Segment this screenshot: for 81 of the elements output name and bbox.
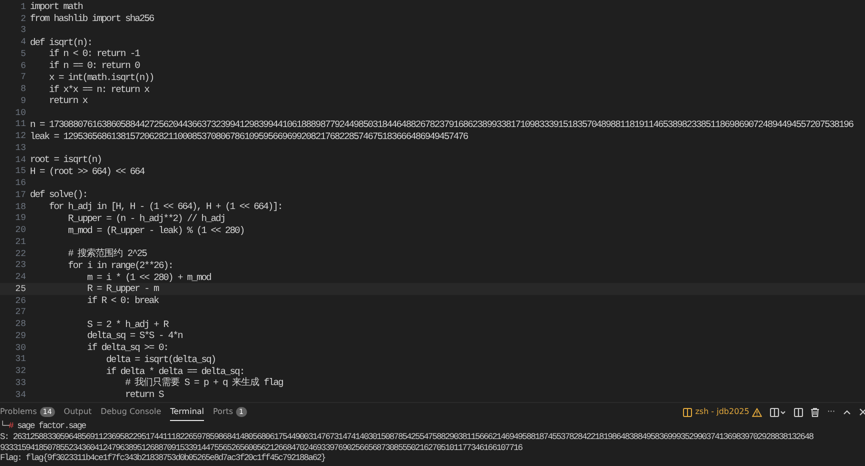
line-number: 21 — [14, 236, 26, 247]
line-number: 22 — [14, 248, 26, 259]
line-number: 7 — [20, 72, 26, 82]
code-line: for i in range(2**26): — [67, 260, 173, 271]
line-number: 29 — [14, 330, 26, 341]
line-number: 12 — [14, 131, 26, 142]
line-number: 5 — [20, 48, 26, 59]
code-line: leak = 1295365686138157206282110008537080678610959566969920821768228574675183666486949457476 — [30, 130, 468, 142]
code-line: if delta * delta == delta_sq: — [105, 366, 244, 377]
panel-tab[interactable]: Terminal — [170, 404, 204, 420]
line-number: 26 — [14, 296, 26, 306]
code-line: x = int(math.isqrt(n)) — [48, 72, 154, 83]
code-line: return x — [48, 95, 88, 106]
panel-tab[interactable]: Debug Console — [100, 404, 162, 420]
line-number: 19 — [14, 213, 26, 224]
code-line: if R < 0: break — [86, 295, 158, 306]
code-line: n = 1730880761638605884427256204436637323994129839944106188898779244985031844648826782379168623899338171098333915183570489881181911465389823385118698690724894494557207538196 — [30, 118, 853, 130]
line-number: 18 — [14, 202, 26, 212]
line-number: 8 — [20, 84, 26, 94]
chevron-up-icon[interactable] — [843, 409, 851, 415]
code-line: R = R_upper - m — [86, 283, 158, 294]
panel-tab[interactable]: Output — [64, 404, 92, 420]
line-number: 23 — [14, 260, 26, 270]
line-number: 13 — [14, 142, 26, 153]
split-icon[interactable] — [794, 408, 804, 416]
terminal-name: zsh - jdb2025 — [695, 406, 750, 418]
terminal-output: Flag: flag{9f3023311b4ce1f7fc343b21838753d0b05265e8d7ac3f20c1ff45c792188a62} — [0, 453, 326, 464]
line-number: 32 — [14, 366, 26, 376]
code-line: from hashlib import sha256 — [30, 13, 154, 24]
line-number: 14 — [14, 154, 26, 165]
code-line: root = isqrt(n) — [30, 154, 102, 166]
terminal-selector[interactable]: zsh - jdb2025 — [683, 406, 762, 418]
line-number: 17 — [14, 190, 26, 200]
code-line: # 搜索范围约 2^25 — [67, 247, 146, 260]
code-line: if n < 0: return -1 — [48, 48, 140, 60]
line-number: 27 — [14, 307, 26, 318]
line-number: 4 — [20, 37, 26, 48]
line-number: 33 — [14, 378, 26, 388]
code-line: return S — [124, 389, 164, 400]
line-number: 25 — [14, 284, 26, 294]
line-number: 6 — [20, 60, 26, 71]
code-line: if x*x == n: return x — [48, 84, 149, 95]
trash-icon[interactable] — [811, 408, 820, 416]
code-line: delta_sq = S*S - 4*n — [86, 330, 182, 342]
code-line: if delta_sq >= 0: — [86, 342, 168, 354]
terminal-command: sage factor.sage — [16, 421, 86, 431]
code-line: m = i * (1 << 280) + m_mod — [86, 272, 211, 283]
code-line: R_upper = (n - h_adj**2) // h_adj — [67, 212, 226, 224]
line-number: 20 — [14, 225, 26, 236]
line-number: 9 — [20, 96, 26, 106]
code-line: # 我们只需要 S = p + q 来生成 flag — [124, 376, 283, 390]
code-line: delta = isqrt(delta_sq) — [105, 354, 216, 365]
code-line: for h_adj in [H, H - (1 << 664), H + (1 << 664)]: — [48, 201, 282, 212]
line-number: 1 — [20, 2, 26, 12]
code-line: m_mod = (R_upper - leak) % (1 << 280) — [67, 224, 244, 236]
line-number: 28 — [14, 319, 26, 330]
line-number: 3 — [20, 25, 26, 36]
code-line: S = 2 * h_adj + R — [86, 318, 168, 330]
prompt-symbol: # — [8, 421, 13, 431]
terminal-output: S: 2631258833059648569112369582295174411182265978598684148056806175449003147673147414030150878542554758829038115666214694958818745537828422181986483884958369993529903741369839702928838132648 — [0, 432, 814, 442]
line-number: 16 — [14, 178, 26, 188]
line-number: 24 — [14, 272, 26, 282]
line-number: 31 — [14, 354, 26, 364]
layout-dropdown-icon[interactable] — [770, 408, 786, 416]
code-line: H = (root >> 664) << 664 — [30, 166, 144, 177]
code-line: if n == 0: return 0 — [48, 60, 140, 72]
warning-icon — [752, 408, 762, 416]
terminal-icon — [683, 408, 692, 416]
line-number: 2 — [20, 14, 26, 24]
line-number: 15 — [14, 166, 26, 176]
code-line: def solve(): — [30, 189, 88, 200]
prompt-line: └─ — [0, 421, 9, 431]
line-number: 34 — [14, 390, 26, 400]
code-line: import math — [30, 1, 82, 12]
close-icon[interactable] — [859, 408, 865, 416]
terminal-output: 93331594185078552343604124796389512688709153391447556526560056212668470246933976902566568730855502162705101177346166107716 — [0, 442, 522, 453]
line-number: 30 — [14, 342, 26, 353]
more-icon[interactable]: ··· — [827, 406, 835, 418]
code-line: def isqrt(n): — [30, 36, 92, 48]
line-number: 10 — [14, 108, 26, 118]
line-number: 11 — [14, 119, 26, 130]
